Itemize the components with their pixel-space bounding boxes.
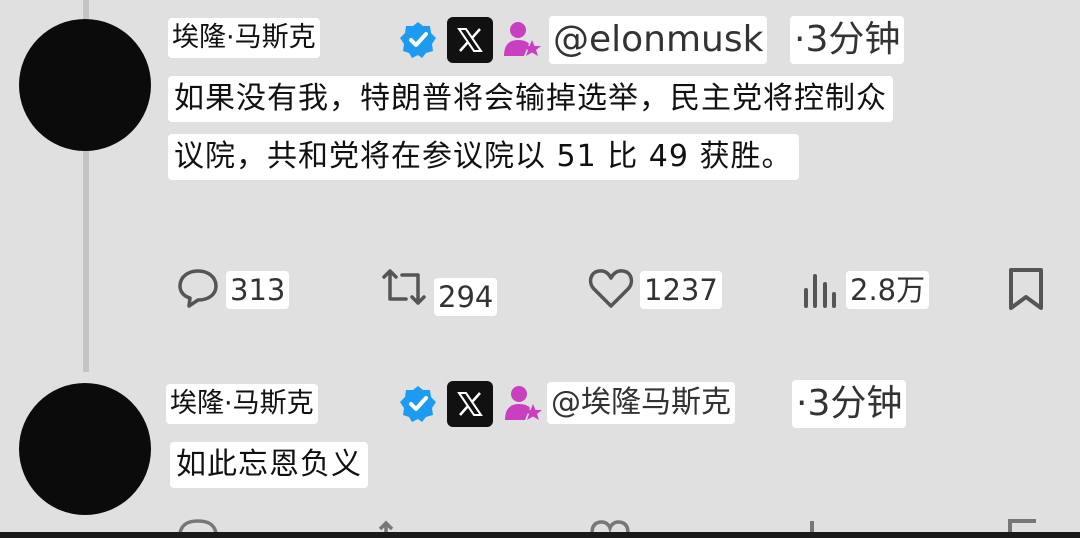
views-count: 2.8万	[846, 271, 930, 309]
bookmark-icon	[1006, 266, 1046, 316]
reply-button[interactable]: 313	[176, 266, 290, 314]
verified-icon	[398, 384, 438, 428]
verified-icon	[398, 20, 438, 64]
tweet-text-line: 如此忘恩负义	[170, 442, 368, 488]
retweet-icon	[380, 263, 428, 315]
handle[interactable]: @elonmusk	[549, 16, 768, 64]
views-icon	[800, 266, 840, 314]
reply-count: 313	[226, 271, 290, 309]
views-button[interactable]: 2.8万	[800, 266, 930, 314]
timestamp[interactable]: ·3分钟	[790, 16, 905, 64]
reply-icon	[176, 266, 220, 314]
retweet-count: 294	[434, 278, 498, 316]
handle[interactable]: @埃隆马斯克	[547, 382, 735, 424]
x-logo-icon	[447, 381, 493, 427]
retweet-button[interactable]: 294	[380, 262, 498, 316]
bookmark-button[interactable]	[1006, 266, 1046, 316]
avatar[interactable]	[19, 383, 151, 515]
like-count: 1237	[640, 271, 722, 309]
action-bar-cut-off	[176, 518, 1036, 532]
display-name[interactable]: 埃隆·马斯克	[166, 384, 318, 424]
user-star-icon	[502, 18, 542, 62]
like-icon	[588, 266, 634, 314]
tweet-text-line: 议院，共和党将在参议院以 51 比 49 获胜。	[168, 134, 799, 180]
display-name[interactable]: 埃隆·马斯克	[168, 18, 320, 58]
user-star-icon	[503, 382, 543, 426]
timestamp[interactable]: ·3分钟	[792, 380, 907, 428]
tweet-text-line: 如果没有我，特朗普将会输掉选举，民主党将控制众	[168, 76, 893, 122]
avatar[interactable]	[19, 19, 151, 151]
like-button[interactable]: 1237	[588, 266, 722, 314]
x-logo-icon	[447, 17, 493, 63]
bottom-edge	[0, 532, 1080, 538]
